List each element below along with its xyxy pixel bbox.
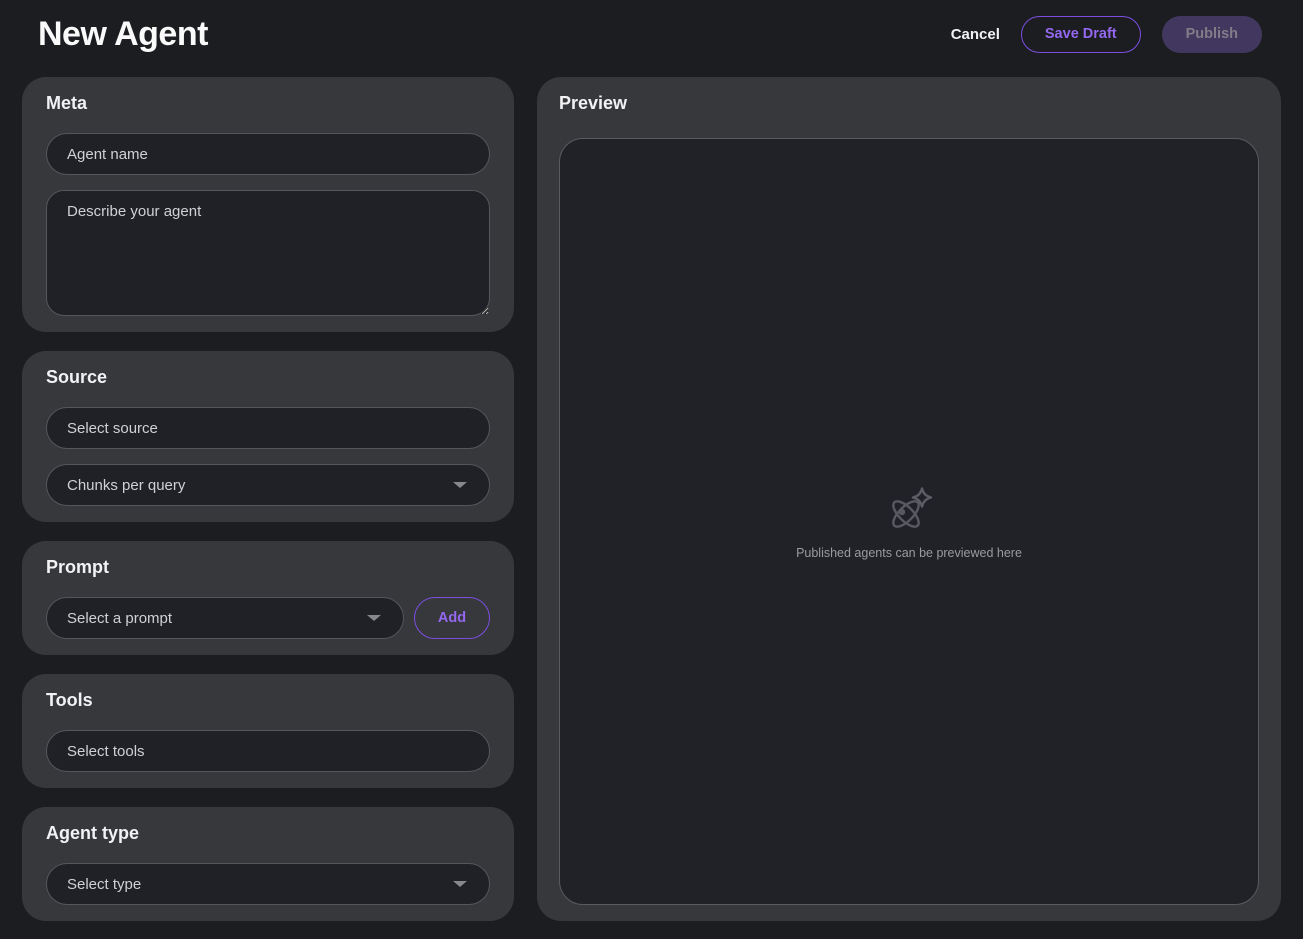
header-actions: Cancel Save Draft Publish	[951, 16, 1262, 53]
form-column: Meta Source Chunks per query Prompt	[22, 77, 514, 921]
chevron-down-icon	[367, 615, 381, 621]
preview-empty-state: Published agents can be previewed here	[796, 484, 1022, 560]
chevron-down-icon	[453, 482, 467, 488]
publish-button[interactable]: Publish	[1162, 16, 1262, 53]
tools-card: Tools	[22, 674, 514, 788]
agent-type-select-label: Select type	[67, 876, 141, 893]
agent-type-card-title: Agent type	[46, 823, 490, 844]
agent-type-select[interactable]: Select type	[46, 863, 490, 905]
chunks-per-query-label: Chunks per query	[67, 477, 185, 494]
page-title: New Agent	[38, 15, 208, 54]
preview-card-title: Preview	[559, 93, 1259, 114]
preview-panel: Published agents can be previewed here	[559, 138, 1259, 905]
select-source-input[interactable]	[46, 407, 490, 449]
header: New Agent Cancel Save Draft Publish	[0, 0, 1303, 68]
prompt-select[interactable]: Select a prompt	[46, 597, 404, 639]
agent-description-textarea[interactable]	[46, 190, 490, 316]
save-draft-button[interactable]: Save Draft	[1021, 16, 1141, 53]
chevron-down-icon	[453, 881, 467, 887]
source-card: Source Chunks per query	[22, 351, 514, 522]
cancel-button[interactable]: Cancel	[951, 26, 1000, 43]
preview-column: Preview Published agents can be previewe…	[537, 77, 1281, 921]
tools-card-title: Tools	[46, 690, 490, 711]
meta-card-title: Meta	[46, 93, 490, 114]
agent-name-input[interactable]	[46, 133, 490, 175]
atom-sparkle-icon	[883, 484, 935, 536]
preview-card: Preview Published agents can be previewe…	[537, 77, 1281, 921]
select-tools-input[interactable]	[46, 730, 490, 772]
add-prompt-button[interactable]: Add	[414, 597, 490, 639]
preview-empty-message: Published agents can be previewed here	[796, 546, 1022, 560]
prompt-card: Prompt Select a prompt Add	[22, 541, 514, 655]
source-card-title: Source	[46, 367, 490, 388]
agent-type-card: Agent type Select type	[22, 807, 514, 921]
prompt-card-title: Prompt	[46, 557, 490, 578]
main-content: Meta Source Chunks per query Prompt	[0, 68, 1303, 939]
chunks-per-query-select[interactable]: Chunks per query	[46, 464, 490, 506]
meta-card: Meta	[22, 77, 514, 332]
prompt-select-label: Select a prompt	[67, 610, 172, 627]
